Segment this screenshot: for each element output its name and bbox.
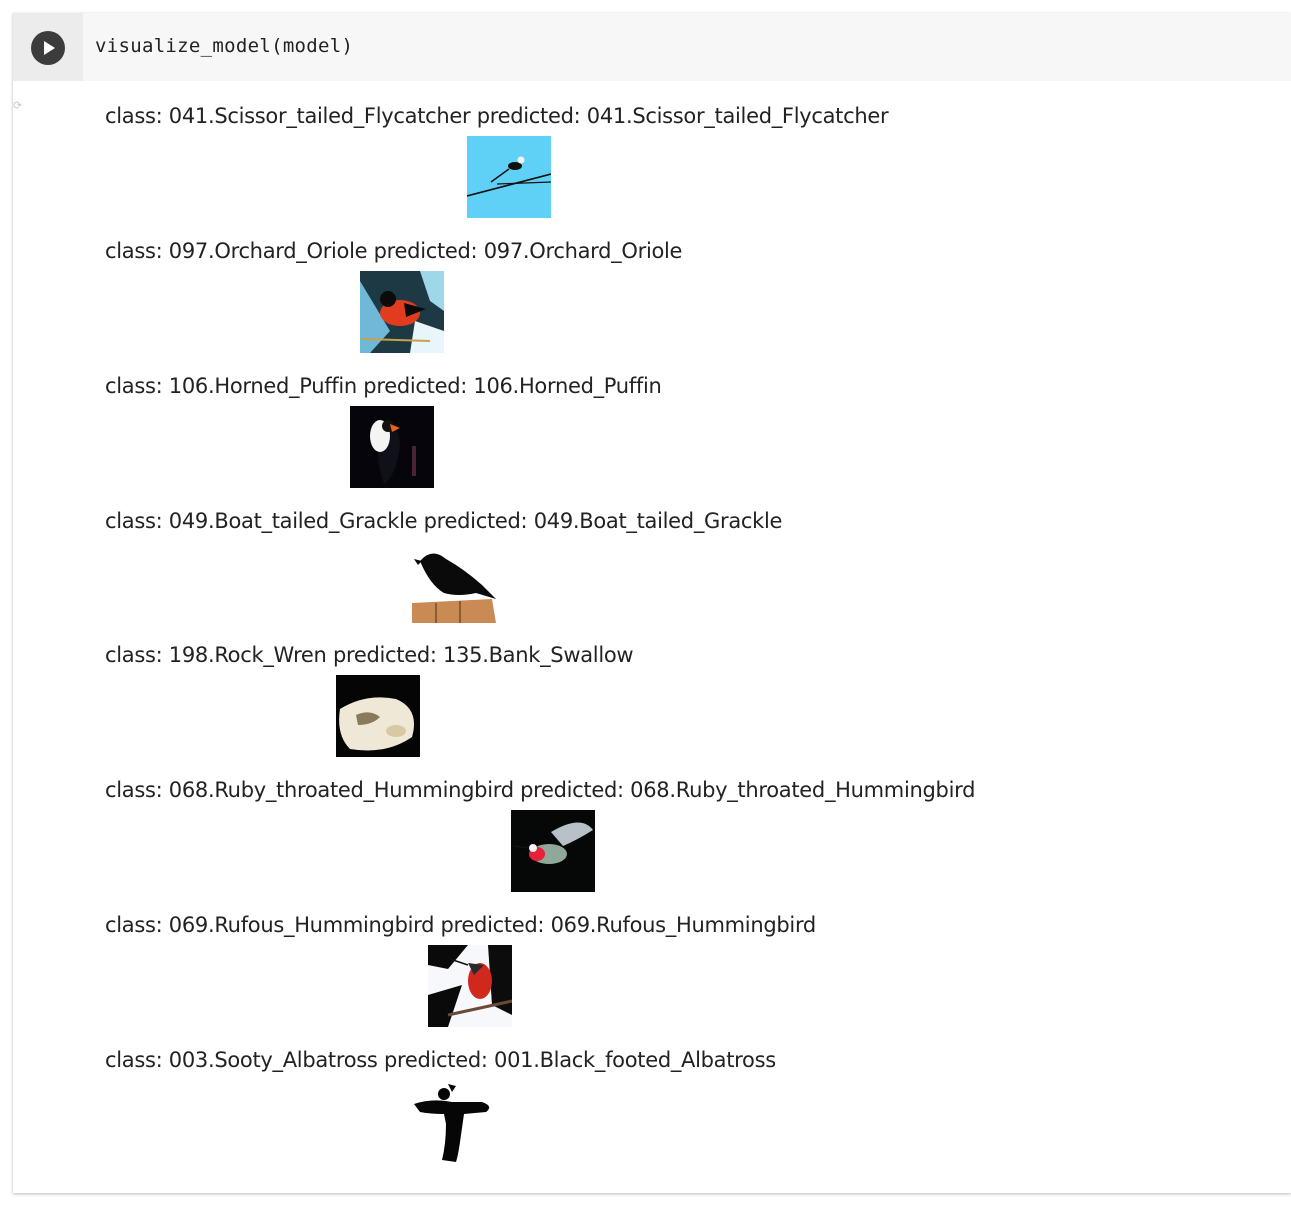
bird-image	[336, 675, 420, 757]
result-label: class: 106.Horned_Puffin predicted: 106.…	[105, 374, 662, 398]
result-label: class: 049.Boat_tailed_Grackle predicted…	[105, 509, 783, 533]
bird-image	[412, 1080, 496, 1162]
result-label: class: 068.Ruby_throated_Hummingbird pre…	[105, 778, 976, 802]
play-icon[interactable]	[31, 31, 65, 65]
cell-status-icon: ⟳	[13, 99, 23, 112]
result-label: class: 097.Orchard_Oriole predicted: 097…	[105, 239, 683, 263]
bird-image	[428, 945, 512, 1027]
bird-image	[350, 406, 434, 488]
result-label: class: 069.Rufous_Hummingbird predicted:…	[105, 913, 816, 937]
bird-image	[412, 541, 496, 623]
code-text: visualize_model(model)	[95, 35, 354, 57]
bird-image	[360, 271, 444, 353]
result-label: class: 041.Scissor_tailed_Flycatcher pre…	[105, 104, 889, 128]
result-label: class: 003.Sooty_Albatross predicted: 00…	[105, 1048, 776, 1072]
result-label: class: 198.Rock_Wren predicted: 135.Bank…	[105, 643, 634, 667]
code-editor[interactable]: visualize_model(model)	[83, 13, 1291, 81]
bird-image	[467, 136, 551, 218]
cell-gutter	[13, 13, 83, 81]
notebook-cell[interactable]: ✓ ⟳ visualize_model(model)	[13, 13, 1291, 1193]
bird-image	[511, 810, 595, 892]
